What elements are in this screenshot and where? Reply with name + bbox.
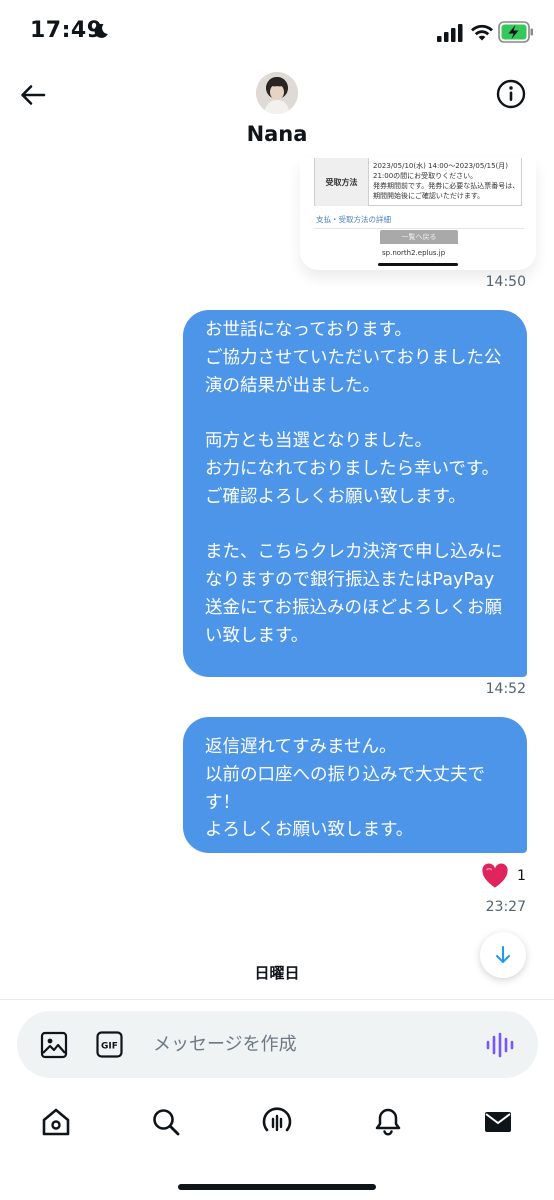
status-bar: 17:49: [0, 0, 554, 62]
heart-icon: [482, 863, 508, 888]
moon-icon: [94, 23, 108, 38]
wifi-icon: [471, 24, 493, 41]
reaction-count: 1: [517, 868, 526, 884]
composer-divider: [0, 999, 554, 1000]
attachment-table: 受取方法 2023/05/10(水) 14:00～2023/05/15(月) 2…: [314, 158, 522, 206]
message-timestamp: 23:27: [485, 899, 526, 915]
message-bubble[interactable]: 返信遅れてすみません。 以前の口座への振り込みで大丈夫です！ よろしくお願い致し…: [183, 717, 527, 853]
attachment-table-label: 受取方法: [315, 158, 369, 206]
contact-name: Nana: [246, 122, 308, 146]
home-indicator: [178, 1184, 376, 1190]
message-timestamp: 14:52: [485, 681, 526, 697]
day-divider: 日曜日: [254, 964, 300, 982]
battery-charging-icon: [498, 21, 533, 43]
tab-bar: [0, 1090, 554, 1160]
spaces-icon[interactable]: [261, 1106, 293, 1138]
message-timestamp: 14:50: [485, 274, 526, 290]
messages-envelope-icon[interactable]: [482, 1106, 514, 1138]
svg-text:GIF: GIF: [101, 1042, 118, 1052]
message-input[interactable]: [153, 1024, 453, 1065]
attachment-button: 一覧へ戻る: [380, 230, 458, 244]
image-icon[interactable]: [40, 1031, 68, 1059]
attachment-url: sp.north2.eplus.jp: [382, 249, 446, 257]
screenshot-attachment[interactable]: 受取方法 2023/05/10(水) 14:00～2023/05/15(月) 2…: [300, 158, 536, 270]
gif-icon[interactable]: GIF: [96, 1031, 123, 1058]
back-arrow-icon[interactable]: [18, 80, 48, 110]
notifications-bell-icon[interactable]: [372, 1106, 404, 1138]
message-reaction[interactable]: 1: [481, 863, 526, 889]
attachment-divider: [314, 228, 524, 229]
status-time: 17:49: [30, 18, 103, 43]
cellular-signal-icon: [437, 24, 463, 42]
message-composer: GIF: [17, 1011, 538, 1078]
search-icon[interactable]: [150, 1106, 182, 1138]
avatar[interactable]: [256, 72, 298, 114]
voice-message-icon[interactable]: [485, 1031, 515, 1059]
message-bubble[interactable]: お世話になっております。 ご協力させていただいておりました公演の結果が出ました。…: [183, 310, 527, 677]
attachment-link: 支払・受取方法の詳細: [316, 215, 391, 224]
avatar-photo: [256, 72, 298, 114]
home-icon[interactable]: [40, 1106, 72, 1138]
info-icon[interactable]: [495, 78, 527, 110]
attachment-home-indicator: [378, 263, 458, 266]
attachment-table-detail: 2023/05/10(水) 14:00～2023/05/15(月) 21:00の…: [373, 162, 520, 200]
